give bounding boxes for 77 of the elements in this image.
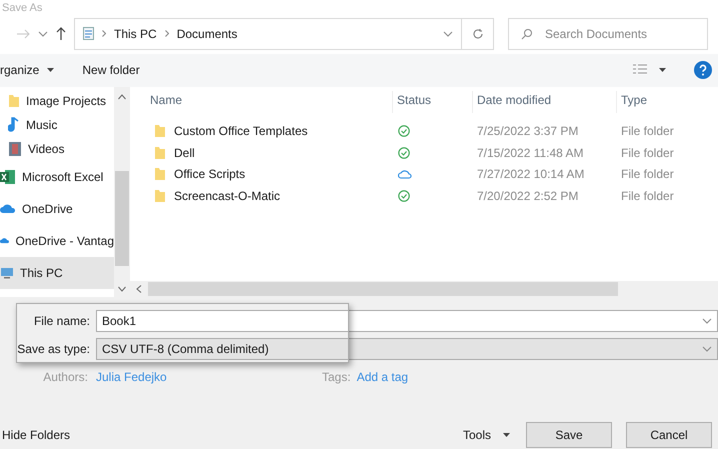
save-button[interactable]: Save bbox=[526, 422, 612, 448]
scroll-down-icon[interactable] bbox=[118, 285, 126, 293]
refresh-button[interactable] bbox=[462, 18, 494, 50]
document-icon bbox=[83, 27, 94, 40]
scroll-left-icon[interactable] bbox=[135, 285, 143, 293]
column-header[interactable]: Name bbox=[130, 90, 392, 113]
file-type-dropdown[interactable]: CSV UTF-8 (Comma delimited) bbox=[96, 338, 718, 360]
cloud-icon bbox=[0, 203, 16, 214]
computer-icon bbox=[0, 266, 14, 279]
field-label: Save as type: bbox=[16, 341, 91, 358]
file-name[interactable]: Dell bbox=[174, 144, 195, 162]
help-icon[interactable] bbox=[694, 61, 712, 80]
chevron-down-icon bbox=[702, 346, 712, 352]
type-cell-text: File folder bbox=[620, 144, 674, 162]
scrollbar-thumb[interactable] bbox=[148, 282, 618, 296]
sidebar-item[interactable]: Videos bbox=[0, 136, 114, 161]
view-options-icon[interactable] bbox=[633, 64, 647, 76]
breadcrumb-chevron-icon bbox=[102, 30, 106, 38]
column-header[interactable]: Type bbox=[616, 90, 718, 113]
field-label: File name: bbox=[32, 313, 91, 330]
sidebar-item[interactable]: OneDrive bbox=[0, 192, 114, 225]
up-arrow-icon[interactable] bbox=[56, 26, 66, 41]
chevron-down-icon bbox=[443, 30, 453, 37]
window-title: Save As bbox=[2, 2, 42, 14]
column-header[interactable]: Date modified bbox=[472, 90, 616, 113]
search-field[interactable]: Search Documents bbox=[508, 18, 708, 50]
caret-down-icon[interactable] bbox=[47, 68, 54, 72]
horizontal-scrollbar[interactable] bbox=[130, 281, 718, 297]
sidebar-item[interactable]: Microsoft Excel bbox=[0, 160, 114, 193]
organize-button[interactable]: rganize bbox=[0, 61, 54, 80]
sidebar-scrollbar[interactable] bbox=[114, 86, 130, 297]
breadcrumb-item[interactable]: This PC bbox=[114, 24, 157, 43]
date-cell-text: 7/15/2022 11:48 AM bbox=[476, 144, 585, 162]
chevron-down-icon bbox=[702, 318, 712, 324]
caret-down-icon[interactable] bbox=[659, 68, 666, 72]
file-name[interactable]: Custom Office Templates bbox=[174, 122, 308, 140]
hide-folders-button[interactable]: Hide Folders bbox=[0, 426, 70, 444]
chevron-down-icon bbox=[38, 30, 48, 37]
sidebar-item[interactable]: This PC bbox=[0, 256, 114, 289]
file-name-field[interactable]: Book1 bbox=[96, 310, 718, 332]
type-cell-text: File folder bbox=[620, 123, 674, 140]
sidebar-item[interactable]: Image Projects bbox=[0, 88, 114, 113]
file-name[interactable]: Screencast-O-Matic bbox=[174, 186, 280, 205]
search-icon bbox=[521, 28, 533, 40]
tools-button[interactable]: Tools bbox=[462, 426, 510, 444]
music-note-icon bbox=[8, 116, 20, 133]
folder-icon bbox=[154, 124, 166, 138]
sidebar-item[interactable]: OneDrive - Vantag bbox=[0, 224, 114, 257]
date-cell-text: 7/25/2022 3:37 PM bbox=[476, 123, 580, 140]
field-label: Authors: bbox=[42, 369, 89, 386]
field-label: Tags: bbox=[322, 369, 352, 386]
refresh-icon bbox=[472, 28, 484, 40]
date-cell-text: 7/27/2022 10:14 AM bbox=[476, 166, 586, 184]
film-icon bbox=[8, 140, 22, 157]
folder-icon bbox=[154, 188, 166, 203]
date-cell-text: 7/20/2022 2:52 PM bbox=[476, 188, 580, 205]
scrollbar-thumb[interactable] bbox=[115, 170, 129, 266]
cancel-button[interactable]: Cancel bbox=[626, 422, 712, 448]
breadcrumb-chevron-icon bbox=[164, 30, 169, 38]
check-circle-icon bbox=[398, 125, 410, 138]
caret-down-icon[interactable] bbox=[503, 433, 510, 437]
folder-icon bbox=[154, 167, 166, 182]
type-cell-text: File folder bbox=[620, 166, 674, 184]
search-placeholder: Search Documents bbox=[545, 26, 648, 43]
folder-icon bbox=[8, 94, 20, 108]
scroll-up-icon[interactable] bbox=[118, 92, 126, 101]
new-folder-button[interactable]: New folder bbox=[82, 61, 140, 80]
sidebar-item[interactable]: Music bbox=[0, 112, 114, 137]
check-circle-icon bbox=[398, 146, 410, 159]
cloud-icon bbox=[398, 169, 412, 180]
address-field[interactable]: This PC Documents bbox=[74, 18, 462, 50]
column-header[interactable]: Status bbox=[392, 90, 472, 113]
check-circle-icon bbox=[398, 190, 410, 202]
file-name[interactable]: Office Scripts bbox=[174, 165, 246, 184]
folder-icon bbox=[154, 146, 166, 160]
type-cell-text: File folder bbox=[620, 188, 674, 205]
breadcrumb-item[interactable]: Documents bbox=[176, 24, 238, 43]
